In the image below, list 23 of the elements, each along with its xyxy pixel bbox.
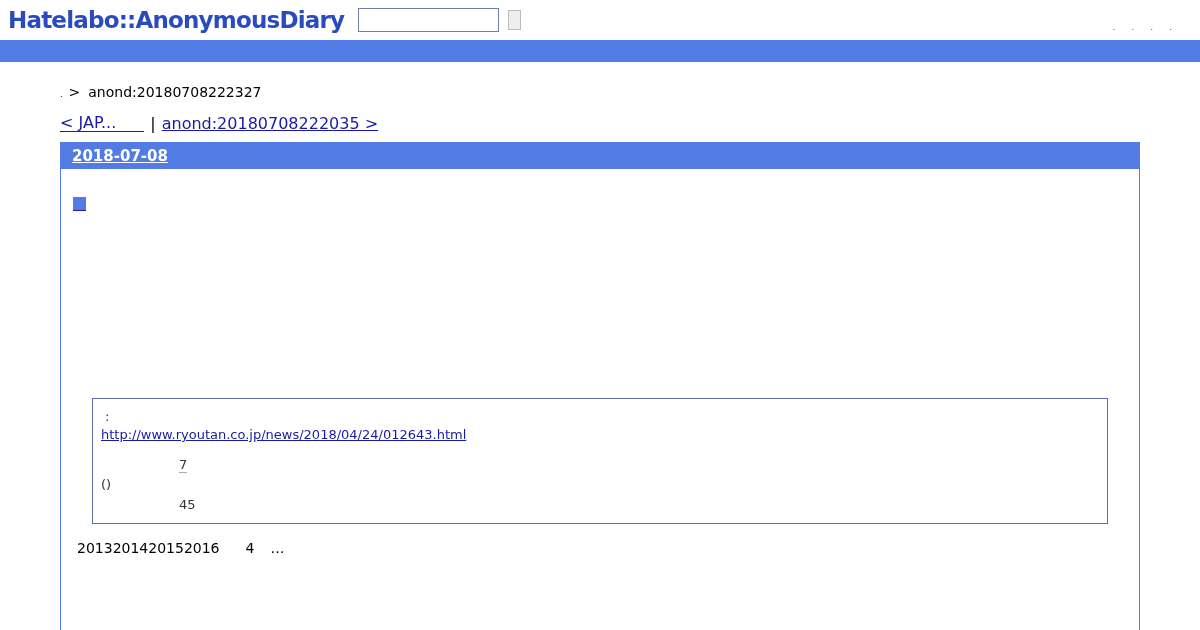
menu-link[interactable]: . bbox=[1112, 22, 1116, 32]
previous-link[interactable]: < JAP... bbox=[60, 114, 145, 132]
menu-link[interactable]: . bbox=[1169, 22, 1172, 32]
search-button[interactable] bbox=[508, 10, 522, 30]
site-logo[interactable]: Hatelabo::AnonymousDiary bbox=[8, 7, 345, 33]
body-text: 4 bbox=[245, 540, 255, 556]
breadcrumb-current: anond:20180708222327 bbox=[88, 84, 262, 100]
breadcrumb-link[interactable]: . bbox=[60, 90, 63, 99]
pager-separator: | bbox=[150, 114, 156, 133]
body-text: 2013201420152016 bbox=[77, 540, 220, 556]
body-text: … bbox=[270, 540, 285, 556]
search-field[interactable] bbox=[358, 8, 500, 32]
quote-label: : bbox=[104, 409, 111, 425]
breadcrumb-separator: > bbox=[68, 84, 81, 100]
square-icon[interactable] bbox=[73, 197, 86, 211]
next-link[interactable]: anond:20180708222035 > bbox=[161, 114, 379, 133]
quote-text: 45 bbox=[179, 497, 196, 512]
quote-text: () bbox=[101, 477, 112, 492]
menu-link[interactable]: . bbox=[1131, 22, 1135, 32]
menu-link[interactable]: . bbox=[1150, 22, 1154, 32]
date-link[interactable]: 2018-07-08 bbox=[72, 147, 168, 165]
source-link[interactable]: http://www.ryoutan.co.jp/news/2018/04/24/012643.html bbox=[101, 425, 1099, 445]
quote-text: 7 bbox=[179, 457, 188, 473]
